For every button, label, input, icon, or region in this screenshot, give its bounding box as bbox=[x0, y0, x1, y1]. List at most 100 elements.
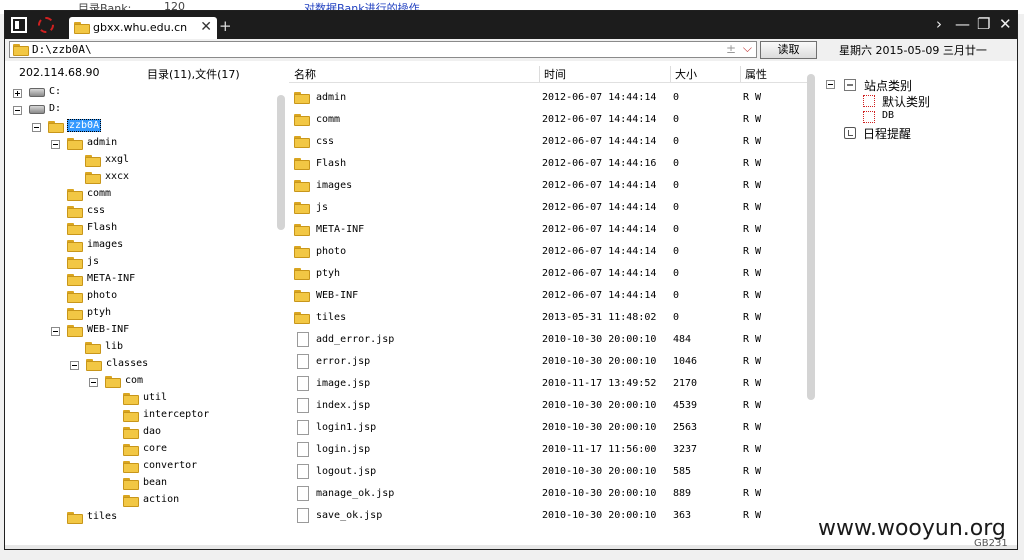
file-icon bbox=[297, 332, 309, 347]
file-attr: R W bbox=[743, 400, 762, 411]
file-time: 2010-10-30 20:00:10 bbox=[542, 400, 657, 411]
collapse-icon[interactable] bbox=[13, 106, 22, 115]
file-row[interactable]: META-INF 2012-06-07 14:44:14 0 R W bbox=[289, 220, 807, 242]
read-button[interactable]: 读取 bbox=[760, 41, 817, 59]
next-icon[interactable]: › bbox=[936, 15, 942, 33]
file-row[interactable]: js 2012-06-07 14:44:14 0 R W bbox=[289, 198, 807, 220]
window-close-icon[interactable]: ✕ bbox=[999, 15, 1012, 33]
file-row[interactable]: error.jsp 2010-10-30 20:00:10 1046 R W bbox=[289, 352, 807, 374]
file-size: 484 bbox=[673, 334, 692, 345]
file-row[interactable]: admin 2012-06-07 14:44:14 0 R W bbox=[289, 88, 807, 110]
column-size[interactable]: 大小 bbox=[670, 66, 697, 82]
file-row[interactable]: Flash 2012-06-07 14:44:16 0 R W bbox=[289, 154, 807, 176]
file-time: 2010-11-17 11:56:00 bbox=[542, 444, 657, 455]
file-row[interactable]: photo 2012-06-07 14:44:14 0 R W bbox=[289, 242, 807, 264]
horizontal-scrollbar[interactable] bbox=[5, 545, 1017, 549]
tree-label: css bbox=[87, 205, 106, 216]
folder-icon bbox=[294, 202, 310, 214]
collapse-icon[interactable] bbox=[51, 140, 60, 149]
file-name: css bbox=[316, 136, 335, 147]
site-tree: 站点类别 默认类别 DB 日程提醒 bbox=[818, 64, 1017, 543]
file-size: 1046 bbox=[673, 356, 698, 367]
file-row[interactable]: css 2012-06-07 14:44:14 0 R W bbox=[289, 132, 807, 154]
file-row[interactable]: logout.jsp 2010-10-30 20:00:10 585 R W bbox=[289, 462, 807, 484]
file-time: 2012-06-07 14:44:14 bbox=[542, 202, 657, 213]
file-list-scrollbar[interactable] bbox=[807, 71, 815, 543]
tree-label: C: bbox=[49, 86, 62, 97]
tree-label: photo bbox=[87, 290, 118, 301]
folder-icon bbox=[294, 290, 310, 302]
plus-minus-icon[interactable]: ± bbox=[726, 42, 736, 56]
file-attr: R W bbox=[743, 136, 762, 147]
close-icon[interactable]: ✕ bbox=[200, 19, 212, 35]
collapse-icon[interactable] bbox=[32, 123, 41, 132]
folder-icon bbox=[48, 121, 64, 133]
file-time: 2012-06-07 14:44:14 bbox=[542, 224, 657, 235]
column-name[interactable]: 名称 bbox=[294, 66, 316, 82]
collapse-icon[interactable] bbox=[70, 361, 79, 370]
restore-icon[interactable]: ❐ bbox=[977, 15, 990, 33]
file-name: ptyh bbox=[316, 268, 341, 279]
tree-label: com bbox=[125, 375, 144, 386]
app-icon[interactable] bbox=[11, 17, 27, 33]
file-time: 2012-06-07 14:44:14 bbox=[542, 268, 657, 279]
tree-scrollbar[interactable] bbox=[277, 85, 285, 543]
file-row[interactable]: manage_ok.jsp 2010-10-30 20:00:10 889 R W bbox=[289, 484, 807, 506]
folder-icon bbox=[123, 444, 139, 456]
file-time: 2010-10-30 20:00:10 bbox=[542, 510, 657, 521]
file-name: comm bbox=[316, 114, 341, 125]
file-name: photo bbox=[316, 246, 347, 257]
file-name: add_error.jsp bbox=[316, 334, 395, 345]
record-icon[interactable] bbox=[38, 17, 54, 33]
file-name: save_ok.jsp bbox=[316, 510, 383, 521]
file-row[interactable]: save_ok.jsp 2010-10-30 20:00:10 363 R W bbox=[289, 506, 807, 528]
file-row[interactable]: image.jsp 2010-11-17 13:49:52 2170 R W bbox=[289, 374, 807, 396]
file-attr: R W bbox=[743, 312, 762, 323]
file-size: 585 bbox=[673, 466, 692, 477]
file-list-header: 名称 时间 大小 属性 bbox=[289, 64, 807, 83]
column-time[interactable]: 时间 bbox=[539, 66, 566, 82]
file-icon bbox=[297, 354, 309, 369]
tree-label: xxcx bbox=[105, 171, 130, 182]
file-list-scrollbar-thumb[interactable] bbox=[807, 74, 815, 400]
tree-label: action bbox=[143, 494, 180, 505]
file-row[interactable]: index.jsp 2010-10-30 20:00:10 4539 R W bbox=[289, 396, 807, 418]
chevron-down-icon[interactable]: ⌵ bbox=[743, 41, 752, 56]
file-row[interactable]: images 2012-06-07 14:44:14 0 R W bbox=[289, 176, 807, 198]
folder-icon bbox=[67, 325, 83, 337]
tab-site[interactable]: gbxx.whu.edu.cn ✕ bbox=[69, 17, 217, 39]
file-size: 0 bbox=[673, 114, 680, 125]
file-row[interactable]: login1.jsp 2010-10-30 20:00:10 2563 R W bbox=[289, 418, 807, 440]
file-size: 4539 bbox=[673, 400, 698, 411]
minimize-icon[interactable]: — bbox=[955, 15, 970, 33]
tree-scrollbar-thumb[interactable] bbox=[277, 95, 285, 230]
tree-header: 202.114.68.90 目录(11),文件(17) bbox=[5, 64, 277, 82]
add-tab-icon[interactable]: + bbox=[219, 17, 232, 35]
file-row[interactable]: WEB-INF 2012-06-07 14:44:14 0 R W bbox=[289, 286, 807, 308]
collapse-icon[interactable] bbox=[51, 327, 60, 336]
file-row[interactable]: tiles 2013-05-31 11:48:02 0 R W bbox=[289, 308, 807, 330]
file-attr: R W bbox=[743, 180, 762, 191]
folder-icon bbox=[67, 308, 83, 320]
file-row[interactable]: comm 2012-06-07 14:44:14 0 R W bbox=[289, 110, 807, 132]
file-attr: R W bbox=[743, 444, 762, 455]
path-input[interactable]: D:\zzb0A\ ± ⌵ bbox=[9, 41, 757, 58]
file-row[interactable]: add_error.jsp 2010-10-30 20:00:10 484 R W bbox=[289, 330, 807, 352]
column-attr[interactable]: 属性 bbox=[740, 66, 767, 82]
file-time: 2012-06-07 14:44:14 bbox=[542, 114, 657, 125]
tree-label: META-INF bbox=[87, 273, 136, 284]
expand-icon[interactable] bbox=[13, 89, 22, 98]
file-row[interactable]: login.jsp 2010-11-17 11:56:00 3237 R W bbox=[289, 440, 807, 462]
folder-icon bbox=[67, 223, 83, 235]
file-name: tiles bbox=[316, 312, 347, 323]
folder-icon bbox=[67, 291, 83, 303]
file-name: error.jsp bbox=[316, 356, 371, 367]
file-attr: R W bbox=[743, 466, 762, 477]
file-row[interactable]: ptyh 2012-06-07 14:44:14 0 R W bbox=[289, 264, 807, 286]
collapse-icon[interactable] bbox=[826, 80, 835, 89]
collapse-icon[interactable] bbox=[89, 378, 98, 387]
file-icon bbox=[297, 376, 309, 391]
tree-label: admin bbox=[87, 137, 118, 148]
file-name: META-INF bbox=[316, 224, 365, 235]
folder-icon bbox=[86, 359, 102, 371]
